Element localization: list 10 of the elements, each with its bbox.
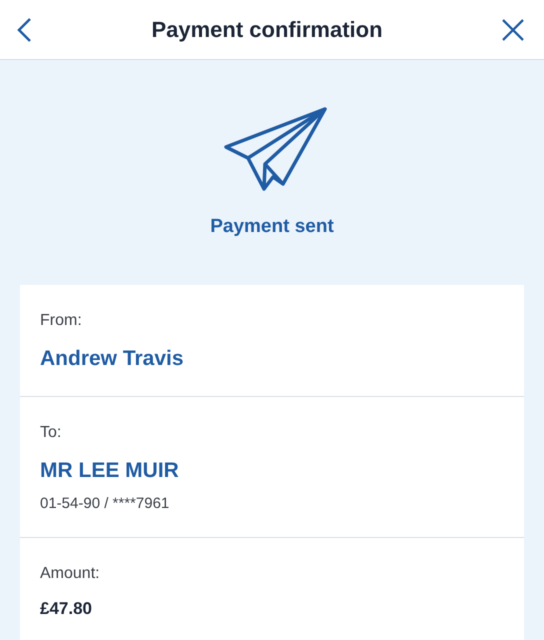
account-details: 01-54-90 / ****7961 <box>40 494 170 514</box>
field-label: From: <box>40 310 83 330</box>
field-label: To: <box>40 423 62 443</box>
page-title: Payment confirmation <box>151 16 383 44</box>
payee-name: MR LEE MUIR <box>40 458 180 484</box>
field-label: Amount: <box>40 564 101 584</box>
paper-plane-icon <box>224 107 328 193</box>
payee-name: Andrew Travis <box>40 346 185 372</box>
amount-value: £47.80 <box>40 598 93 620</box>
status-text: Payment sent <box>210 215 334 239</box>
